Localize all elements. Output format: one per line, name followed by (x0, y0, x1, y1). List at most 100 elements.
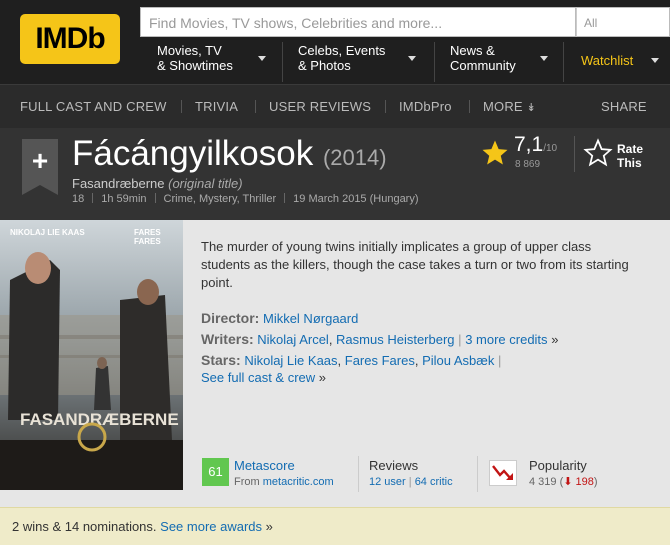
director-row: Director: Mikkel Nørgaard (201, 308, 558, 329)
chevron-down-icon (650, 58, 659, 63)
poster-actor-right: FARES FARES (134, 228, 161, 246)
chevron-right-icon: » (265, 519, 273, 534)
poster-image: FASANDRÆBERNE (0, 220, 183, 490)
subnav-trivia[interactable]: TRIVIA (195, 99, 238, 114)
metascore-from: From (234, 476, 260, 488)
subnav-more[interactable]: MORE ↡ (483, 99, 536, 114)
genres[interactable]: Crime, Mystery, Thriller (164, 193, 277, 205)
chevron-down-icon (408, 56, 416, 61)
star-link[interactable]: Pilou Asbæk (422, 353, 494, 368)
chevron-down-icon (258, 56, 266, 61)
nav-movies-tv[interactable]: Movies, TV & Showtimes (157, 42, 272, 82)
original-title-note: (original title) (168, 176, 243, 191)
user-reviews-link[interactable]: 12 user (369, 476, 406, 488)
search-input[interactable]: Find Movies, TV shows, Celebrities and m… (140, 7, 576, 37)
metacritic-link[interactable]: metacritic.com (263, 476, 334, 488)
rate-this-label2: This (617, 156, 642, 170)
reviews-block: Reviews 12 user | 64 critic (369, 458, 453, 490)
nav-news-community[interactable]: News & Community (450, 42, 560, 82)
star-link[interactable]: Nikolaj Lie Kaas (244, 353, 337, 368)
full-cast-link[interactable]: See full cast & crew (201, 370, 315, 385)
title-name: Fácángyilkosok (72, 134, 314, 173)
awards-bar: 2 wins & 14 nominations. See more awards… (0, 507, 670, 545)
credit-summary: Director: Mikkel Nørgaard Writers: Nikol… (201, 308, 558, 388)
original-title-text: Fasandræberne (72, 176, 165, 191)
release-date[interactable]: 19 March 2015 (Hungary) (293, 193, 418, 205)
add-to-watchlist-ribbon[interactable]: + (22, 139, 58, 195)
rating-value: 7,1/10 (514, 133, 557, 157)
popularity-block: Popularity 4 319 (⬇ 198) (529, 458, 598, 490)
nav-divider (563, 42, 564, 82)
details-divider (358, 456, 359, 492)
metascore-source: From metacritic.com (234, 474, 334, 490)
subnav-full-cast[interactable]: FULL CAST AND CREW (20, 99, 167, 114)
title-subnav: FULL CAST AND CREW TRIVIA USER REVIEWS I… (0, 84, 670, 128)
metascore-badge[interactable]: 61 (202, 458, 229, 486)
nav-movies-tv-label1: Movies, TV (157, 43, 222, 58)
details-divider (477, 456, 478, 492)
rate-this-label1: Rate (617, 142, 644, 156)
director-link[interactable]: Mikkel Nørgaard (263, 311, 358, 326)
subnav-divider (255, 100, 256, 113)
title-year[interactable]: (2014) (323, 145, 387, 170)
see-more-awards-link[interactable]: See more awards (160, 519, 262, 534)
nav-celebs-events[interactable]: Celebs, Events & Photos (298, 42, 422, 82)
watchlist-button[interactable]: Watchlist (581, 53, 659, 68)
rating-score: 7,1 (514, 133, 544, 156)
subnav-divider (469, 100, 470, 113)
plot-summary: The murder of young twins initially impl… (201, 239, 629, 290)
chevron-down-icon (540, 56, 548, 61)
nav-movies-tv-label2: & Showtimes (157, 58, 233, 73)
popularity-value: 4 319 (⬇ 198) (529, 476, 598, 488)
writer-link[interactable]: Nikolaj Arcel (257, 332, 329, 347)
plus-icon: + (31, 145, 49, 176)
double-chevron-down-icon: ↡ (526, 102, 537, 114)
rating-max: /10 (543, 143, 558, 154)
stars-label: Stars: (201, 352, 241, 368)
subnav-user-reviews[interactable]: USER REVIEWS (269, 99, 371, 114)
writers-more-link[interactable]: 3 more credits (465, 332, 547, 347)
rating-divider (574, 136, 575, 172)
down-arrow-icon: ⬇ (563, 476, 573, 488)
star-outline-icon[interactable] (583, 138, 613, 168)
page-title: Fácángyilkosok (2014) (72, 134, 387, 174)
metascore-link[interactable]: Metascore (234, 458, 334, 474)
nav-celebs-label1: Celebs, Events (298, 43, 386, 58)
original-title: Fasandræberne (original title) (72, 176, 243, 191)
poster[interactable]: FASANDRÆBERNE NIKOLAJ LIE KAAS FARES FAR… (0, 220, 183, 490)
reviews-links: 12 user | 64 critic (369, 476, 453, 488)
chevron-right-icon: » (318, 370, 327, 385)
subnav-divider (181, 100, 182, 113)
runtime: 1h 59min (101, 193, 147, 205)
certificate: 18 (72, 193, 85, 205)
awards-text: 2 wins & 14 nominations. (12, 519, 157, 534)
popularity-label: Popularity (529, 458, 587, 473)
search-category-value: All (584, 16, 598, 30)
nav-celebs-label2: & Photos (298, 58, 351, 73)
title-header: + Fácángyilkosok (2014) Fasandræberne (o… (0, 128, 670, 220)
popularity-change: 198 (575, 476, 594, 488)
subnav-more-label: MORE (483, 99, 523, 114)
writers-label: Writers: (201, 331, 254, 347)
critic-reviews-link[interactable]: 64 critic (415, 476, 453, 488)
poster-actor-left: NIKOLAJ LIE KAAS (10, 228, 85, 237)
subnav-imdbpro[interactable]: IMDbPro (399, 99, 452, 114)
title-overview: FASANDRÆBERNE NIKOLAJ LIE KAAS FARES FAR… (0, 220, 670, 507)
writer-link[interactable]: Rasmus Heisterberg (336, 332, 455, 347)
nav-divider (282, 42, 283, 82)
metascore-block: Metascore From metacritic.com (234, 458, 334, 490)
top-navbar: IMDb Find Movies, TV shows, Celebrities … (0, 0, 670, 84)
rate-this-button[interactable]: Rate This (617, 142, 643, 170)
nav-divider (434, 42, 435, 82)
share-button[interactable]: SHARE (601, 99, 647, 114)
imdb-logo[interactable]: IMDb (20, 14, 120, 64)
title-subtext: 18 1h 59min Crime, Mystery, Thriller 19 Mar… (72, 193, 419, 205)
rating-votes[interactable]: 8 869 (515, 159, 540, 170)
director-label: Director: (201, 310, 260, 326)
star-icon (482, 140, 508, 165)
subnav-divider (385, 100, 386, 113)
search-category-select[interactable]: All (576, 7, 670, 37)
star-link[interactable]: Fares Fares (345, 353, 415, 368)
popularity-trend-icon (489, 460, 517, 486)
writers-row: Writers: Nikolaj Arcel, Rasmus Heisterbe… (201, 331, 559, 347)
